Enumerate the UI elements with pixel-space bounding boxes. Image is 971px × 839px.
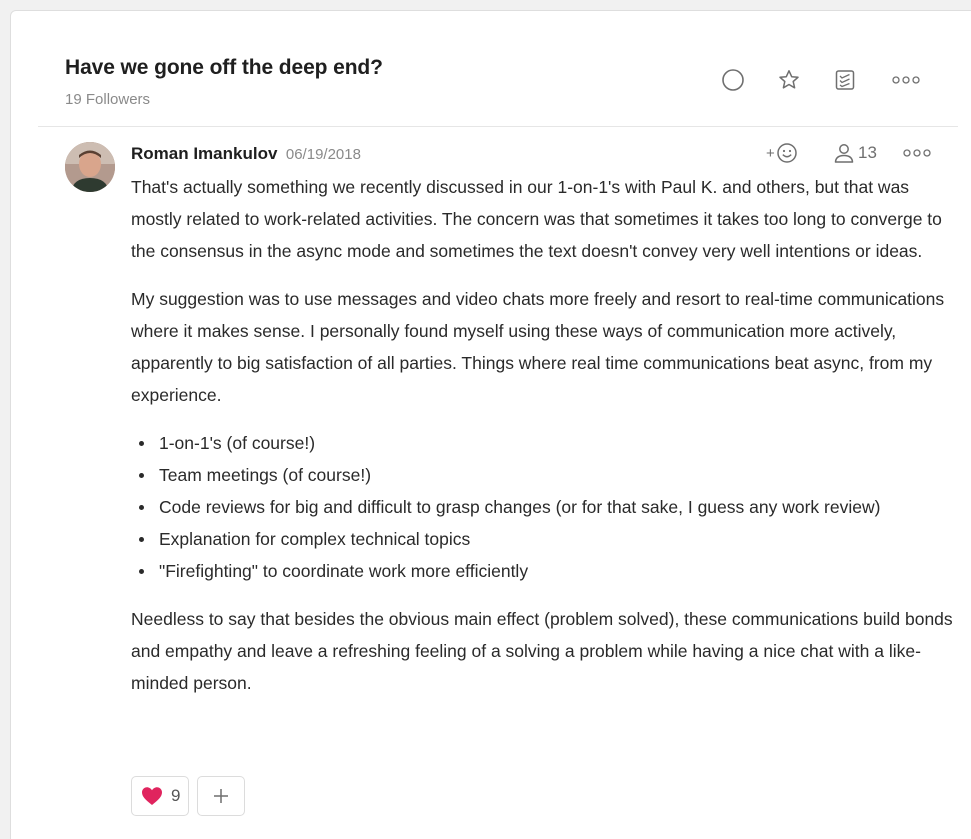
heart-icon (142, 787, 162, 805)
more-button[interactable] (889, 67, 923, 93)
list-item: Team meetings (of course!) (131, 459, 961, 491)
thread-title: Have we gone off the deep end? (65, 56, 383, 79)
list-item: "Firefighting" to coordinate work more e… (131, 555, 961, 587)
star-button[interactable] (775, 67, 803, 93)
comment-date[interactable]: 06/19/2018 (286, 146, 361, 163)
star-icon (779, 70, 799, 89)
list-item: Code reviews for big and difficult to gr… (131, 491, 961, 523)
list-item: Explanation for complex technical topics (131, 523, 961, 555)
plus-icon (214, 789, 228, 803)
thread-header: Have we gone off the deep end? 19 Follow… (11, 11, 971, 127)
add-reaction-button[interactable]: + (766, 140, 798, 166)
comment-author[interactable]: Roman Imankulov (131, 144, 277, 163)
more-dots-icon (892, 76, 920, 84)
bullet-list: 1-on-1's (of course!) Team meetings (of … (131, 427, 961, 587)
followers-count[interactable]: 19 Followers (65, 91, 150, 108)
comment-paragraph: Needless to say that besides the obvious… (131, 609, 953, 693)
participants-count: 13 (858, 143, 877, 162)
thread-card: Have we gone off the deep end? 19 Follow… (10, 10, 971, 839)
participants-button[interactable]: 13 (833, 140, 877, 166)
person-icon (834, 144, 854, 163)
heart-reaction[interactable]: 9 (131, 776, 189, 816)
complete-circle-icon (722, 69, 744, 91)
header-divider (38, 126, 958, 127)
complete-button[interactable] (719, 67, 747, 93)
checklist-icon (835, 70, 855, 90)
heart-reaction-count: 9 (171, 786, 181, 805)
checklist-button[interactable] (831, 67, 859, 93)
avatar[interactable] (65, 142, 115, 192)
more-dots-icon (903, 149, 931, 157)
comment-more-button[interactable] (902, 140, 932, 166)
comment-paragraph: My suggestion was to use messages and vi… (131, 289, 945, 405)
smiley-icon (777, 143, 797, 163)
add-reaction-plus: + (766, 144, 775, 162)
comment-body: That's actually something we recently di… (131, 171, 961, 715)
comment-meta: Roman Imankulov 06/19/2018 (131, 144, 361, 166)
comment-paragraph: That's actually something we recently di… (131, 177, 942, 261)
add-reaction-plus-button[interactable] (197, 776, 245, 816)
list-item: 1-on-1's (of course!) (131, 427, 961, 459)
